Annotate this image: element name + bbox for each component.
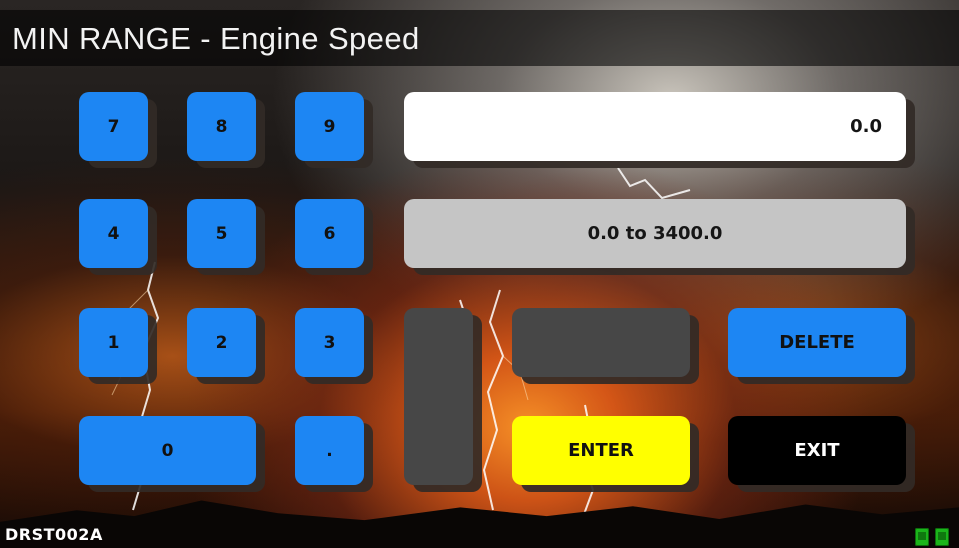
range-display: 0.0 to 3400.0 — [404, 199, 906, 268]
key-0[interactable]: 0 — [79, 416, 256, 485]
key-5[interactable]: 5 — [187, 199, 256, 268]
hmi-screen: MIN RANGE - Engine Speed 7 8 9 4 5 6 1 2… — [0, 0, 959, 548]
page-title: MIN RANGE - Engine Speed — [12, 21, 420, 56]
memory-chip-icon — [915, 528, 929, 546]
value-display: 0.0 — [404, 92, 906, 161]
memory-chip-icon — [935, 528, 949, 546]
blank-tall-button — [404, 308, 473, 485]
delete-button[interactable]: DELETE — [728, 308, 906, 377]
key-4[interactable]: 4 — [79, 199, 148, 268]
key-1[interactable]: 1 — [79, 308, 148, 377]
key-7[interactable]: 7 — [79, 92, 148, 161]
key-decimal[interactable]: . — [295, 416, 364, 485]
status-indicators — [915, 528, 949, 546]
key-8[interactable]: 8 — [187, 92, 256, 161]
key-6[interactable]: 6 — [295, 199, 364, 268]
key-2[interactable]: 2 — [187, 308, 256, 377]
enter-button[interactable]: ENTER — [512, 416, 690, 485]
key-9[interactable]: 9 — [295, 92, 364, 161]
title-bar: MIN RANGE - Engine Speed — [0, 10, 959, 66]
blank-button — [512, 308, 690, 377]
key-3[interactable]: 3 — [295, 308, 364, 377]
exit-button[interactable]: EXIT — [728, 416, 906, 485]
screen-id-label: DRST002A — [5, 525, 103, 544]
